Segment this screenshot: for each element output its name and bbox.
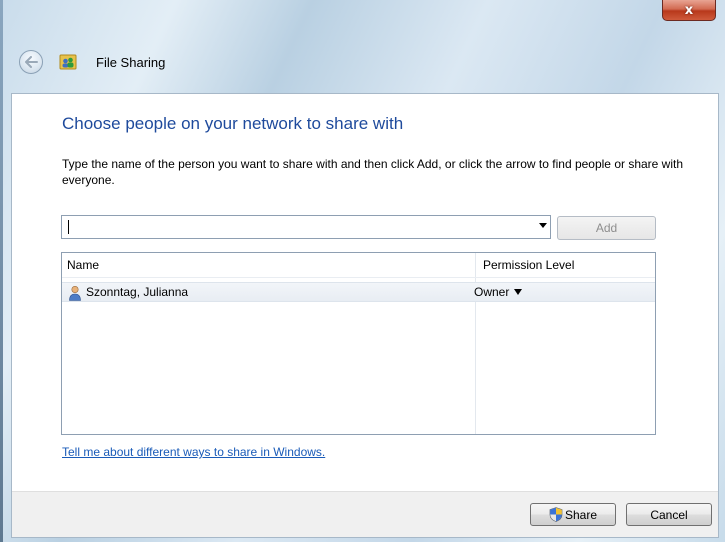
- person-name-combobox[interactable]: [61, 215, 551, 239]
- page-heading: Choose people on your network to share w…: [62, 114, 404, 133]
- text-caret: [68, 220, 69, 234]
- table-row[interactable]: Szonntag, Julianna Owner: [62, 282, 655, 302]
- help-link[interactable]: Tell me about different ways to share in…: [62, 445, 325, 459]
- column-header-name[interactable]: Name: [67, 253, 99, 277]
- permission-dropdown-arrow-icon: [514, 288, 523, 295]
- uac-shield-icon: [549, 507, 563, 522]
- header-divider: [62, 277, 655, 278]
- cancel-button[interactable]: Cancel: [626, 503, 712, 526]
- window-edge: [0, 0, 3, 542]
- column-header-permission[interactable]: Permission Level: [483, 253, 574, 277]
- dropdown-arrow-icon[interactable]: [539, 223, 547, 228]
- instructions-text: Type the name of the person you want to …: [62, 157, 684, 187]
- add-button[interactable]: Add: [557, 216, 656, 240]
- column-divider: [475, 253, 476, 434]
- sharing-list: Name Permission Level Szonntag, Julianna…: [61, 252, 656, 435]
- back-button[interactable]: [19, 50, 43, 74]
- user-icon: [69, 285, 81, 301]
- permission-level-value: Owner: [474, 285, 510, 299]
- back-arrow-icon: [25, 56, 38, 68]
- share-button[interactable]: Share: [530, 503, 616, 526]
- close-icon: x: [684, 2, 694, 18]
- user-name: Szonntag, Julianna: [86, 285, 189, 299]
- close-button[interactable]: x: [662, 0, 716, 21]
- permission-level-dropdown[interactable]: Owner: [474, 285, 523, 299]
- window-title: File Sharing: [96, 55, 166, 70]
- file-sharing-icon: [59, 54, 77, 70]
- person-name-input[interactable]: [66, 218, 516, 236]
- share-button-label: Share: [564, 507, 598, 522]
